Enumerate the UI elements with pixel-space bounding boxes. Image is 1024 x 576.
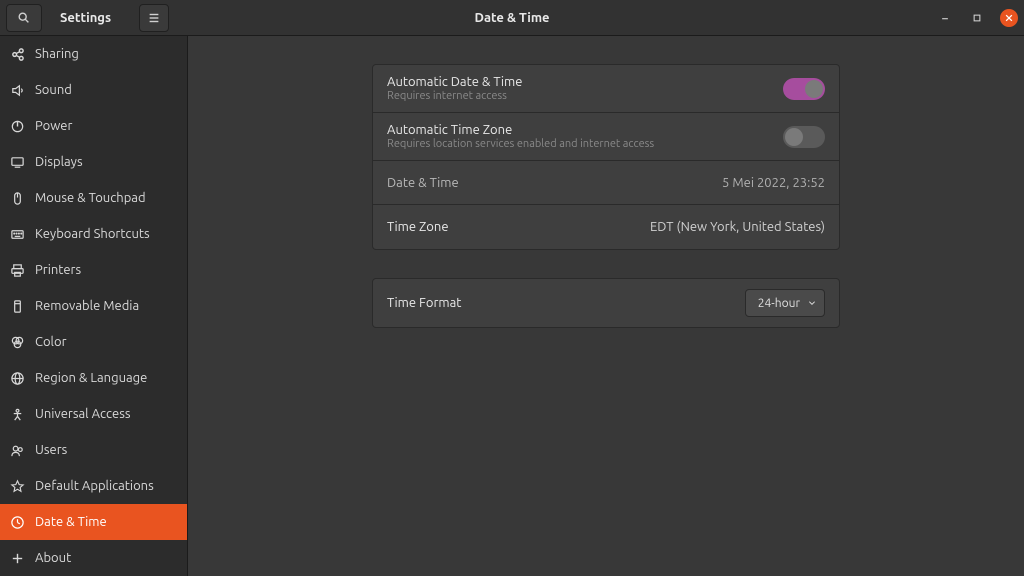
sidebar-item-date-time[interactable]: Date & Time [0, 504, 187, 540]
sidebar: Sharing Sound Power Displays Mouse & Touchpa… [0, 36, 188, 576]
sidebar-item-power[interactable]: Power [0, 108, 187, 144]
sidebar-item-label: Universal Access [35, 407, 130, 421]
power-icon [10, 119, 25, 134]
maximize-icon [972, 13, 982, 23]
menu-icon [147, 11, 161, 25]
media-icon [10, 299, 25, 314]
sidebar-item-users[interactable]: Users [0, 432, 187, 468]
timeformat-dropdown[interactable]: 24-hour [745, 289, 825, 317]
sidebar-item-label: Default Applications [35, 479, 154, 493]
timeformat-row: Time Format 24-hour [373, 279, 839, 327]
sidebar-item-default-apps[interactable]: Default Applications [0, 468, 187, 504]
sidebar-item-label: Sound [35, 83, 72, 97]
titlebar: Settings Date & Time [0, 0, 1024, 36]
timezone-label: Time Zone [387, 220, 650, 234]
sidebar-item-label: Users [35, 443, 67, 457]
maximize-button[interactable] [968, 9, 986, 27]
auto-timezone-switch[interactable] [783, 126, 825, 148]
datetime-row[interactable]: Date & Time 5 Mei 2022, 23:52 [373, 161, 839, 205]
timezone-value: EDT (New York, United States) [650, 220, 825, 234]
sidebar-item-printers[interactable]: Printers [0, 252, 187, 288]
color-icon [10, 335, 25, 350]
search-icon [17, 11, 31, 25]
sidebar-item-label: Printers [35, 263, 81, 277]
printer-icon [10, 263, 25, 278]
sidebar-item-label: Displays [35, 155, 83, 169]
sidebar-item-label: Sharing [35, 47, 79, 61]
sidebar-item-label: Color [35, 335, 67, 349]
globe-icon [10, 371, 25, 386]
auto-timezone-title: Automatic Time Zone [387, 123, 783, 137]
minimize-icon [940, 13, 950, 23]
sidebar-item-label: Keyboard Shortcuts [35, 227, 150, 241]
auto-timezone-sub: Requires location services enabled and i… [387, 138, 783, 150]
sidebar-item-label: Power [35, 119, 72, 133]
auto-datetime-switch[interactable] [783, 78, 825, 100]
star-icon [10, 479, 25, 494]
datetime-panel: Automatic Date & Time Requires internet … [372, 64, 840, 250]
sidebar-item-label: Mouse & Touchpad [35, 191, 146, 205]
sidebar-item-label: Date & Time [35, 515, 107, 529]
datetime-value: 5 Mei 2022, 23:52 [722, 176, 825, 190]
sound-icon [10, 83, 25, 98]
auto-datetime-sub: Requires internet access [387, 90, 783, 102]
close-icon [1004, 13, 1014, 23]
menu-button[interactable] [139, 4, 169, 32]
sidebar-item-mouse-touchpad[interactable]: Mouse & Touchpad [0, 180, 187, 216]
timeformat-value: 24-hour [758, 297, 800, 310]
access-icon [10, 407, 25, 422]
content: Automatic Date & Time Requires internet … [188, 36, 1024, 576]
auto-datetime-title: Automatic Date & Time [387, 75, 783, 89]
users-icon [10, 443, 25, 458]
search-button[interactable] [6, 4, 42, 32]
sidebar-item-label: Removable Media [35, 299, 139, 313]
sidebar-item-displays[interactable]: Displays [0, 144, 187, 180]
app-name: Settings [60, 11, 111, 25]
sidebar-item-universal-access[interactable]: Universal Access [0, 396, 187, 432]
keyboard-icon [10, 227, 25, 242]
timeformat-label: Time Format [387, 296, 745, 310]
datetime-label: Date & Time [387, 176, 722, 190]
close-button[interactable] [1000, 9, 1018, 27]
sidebar-item-color[interactable]: Color [0, 324, 187, 360]
sidebar-item-label: Region & Language [35, 371, 147, 385]
timezone-row[interactable]: Time Zone EDT (New York, United States) [373, 205, 839, 249]
sidebar-item-removable-media[interactable]: Removable Media [0, 288, 187, 324]
mouse-icon [10, 191, 25, 206]
sidebar-item-sharing[interactable]: Sharing [0, 36, 187, 72]
sidebar-item-region-language[interactable]: Region & Language [0, 360, 187, 396]
add-icon [10, 551, 25, 566]
chevron-down-icon [808, 299, 816, 307]
sidebar-item-about[interactable]: About [0, 540, 187, 576]
share-icon [10, 47, 25, 62]
minimize-button[interactable] [936, 9, 954, 27]
sidebar-item-label: About [35, 551, 71, 565]
display-icon [10, 155, 25, 170]
sidebar-item-keyboard-shortcuts[interactable]: Keyboard Shortcuts [0, 216, 187, 252]
auto-datetime-row: Automatic Date & Time Requires internet … [373, 65, 839, 113]
clock-icon [10, 515, 25, 530]
auto-timezone-row: Automatic Time Zone Requires location se… [373, 113, 839, 161]
timeformat-panel: Time Format 24-hour [372, 278, 840, 328]
sidebar-item-sound[interactable]: Sound [0, 72, 187, 108]
